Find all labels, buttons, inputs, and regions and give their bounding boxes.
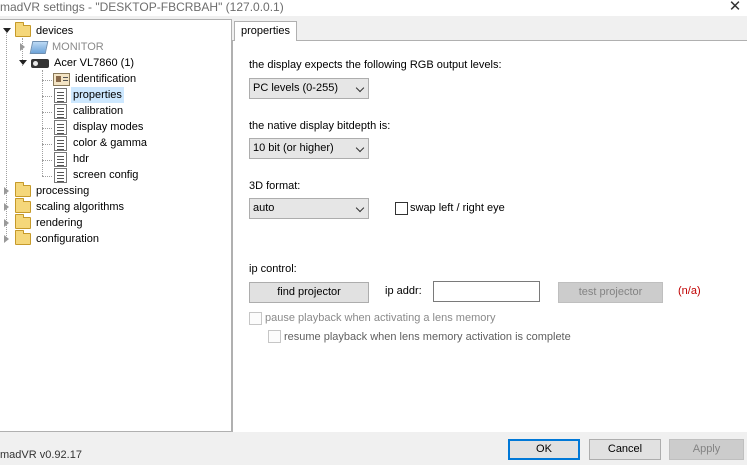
document-icon [54, 119, 67, 135]
document-icon [54, 167, 67, 183]
rgb-levels-value: PC levels (0-255) [253, 82, 338, 94]
tree-item-label: calibration [73, 105, 124, 117]
bitdepth-value: 10 bit (or higher) [253, 142, 334, 154]
tree-item-label: properties [71, 87, 124, 103]
settings-tree: devices MONITOR Acer VL7860 (1) identifi… [0, 19, 232, 432]
bitdepth-label: the native display bitdepth is: [249, 120, 391, 132]
tree-item-label: color & gamma [73, 137, 147, 149]
tree-item-color-gamma[interactable]: color & gamma [54, 135, 149, 151]
tree-item-label: devices [36, 25, 74, 37]
tree-item-label: scaling algorithms [36, 201, 125, 213]
swap-eye-checkbox[interactable] [395, 202, 408, 215]
tree-item-label: MONITOR [52, 41, 104, 53]
apply-button[interactable]: Apply [669, 439, 744, 460]
tree-item-label: configuration [36, 233, 99, 245]
window-title: madVR settings - "DESKTOP-FBCRBAH" (127.… [0, 0, 284, 14]
chevron-right-icon[interactable] [18, 39, 27, 55]
bitdepth-select[interactable]: 10 bit (or higher) [249, 138, 369, 159]
ok-button[interactable]: OK [508, 439, 580, 460]
pause-playback-checkbox[interactable] [249, 312, 262, 325]
tree-item-label: processing [36, 185, 90, 197]
rgb-levels-label: the display expects the following RGB ou… [249, 59, 502, 71]
document-icon [54, 87, 67, 103]
tree-item-label: display modes [73, 121, 144, 133]
tree-item-monitor[interactable]: MONITOR [18, 39, 106, 55]
tree-item-calibration[interactable]: calibration [54, 103, 125, 119]
ip-addr-label: ip addr: [385, 285, 422, 297]
tree-item-identification[interactable]: identification [53, 71, 138, 87]
section-divider [249, 242, 733, 243]
tree-connector [42, 176, 52, 177]
tree-item-scaling-algorithms[interactable]: scaling algorithms [2, 198, 126, 215]
find-projector-button[interactable]: find projector [249, 282, 369, 303]
chevron-down-icon [355, 143, 365, 153]
tree-item-configuration[interactable]: configuration [2, 230, 101, 247]
tree-item-devices[interactable]: devices [2, 22, 75, 39]
tree-item-processing[interactable]: processing [2, 182, 91, 199]
monitor-icon [29, 40, 49, 54]
resume-playback-label: resume playback when lens memory activat… [284, 331, 571, 343]
chevron-down-icon[interactable] [18, 55, 27, 71]
tab-properties[interactable]: properties [234, 21, 297, 41]
test-projector-button[interactable]: test projector [558, 282, 663, 303]
folder-icon [15, 214, 31, 229]
tree-connector [42, 80, 52, 81]
chevron-down-icon [355, 203, 365, 213]
tree-connector [42, 112, 52, 113]
tree-connector [42, 96, 52, 97]
tree-item-properties[interactable]: properties [54, 87, 124, 103]
ip-addr-input[interactable] [433, 281, 540, 302]
document-icon [54, 103, 67, 119]
projector-icon [31, 58, 49, 68]
tree-item-rendering[interactable]: rendering [2, 214, 84, 231]
id-card-icon [53, 72, 70, 86]
format-3d-label: 3D format: [249, 180, 301, 192]
chevron-right-icon[interactable] [2, 199, 11, 215]
tree-item-label: Acer VL7860 (1) [54, 57, 135, 69]
folder-icon [15, 182, 31, 197]
resume-playback-checkbox[interactable] [268, 330, 281, 343]
pause-playback-label: pause playback when activating a lens me… [265, 312, 496, 324]
tree-connector [42, 160, 52, 161]
swap-eye-label: swap left / right eye [410, 202, 505, 214]
folder-icon [15, 198, 31, 213]
rgb-levels-select[interactable]: PC levels (0-255) [249, 78, 369, 99]
tree-item-label: screen config [73, 169, 139, 181]
tree-item-hdr[interactable]: hdr [54, 151, 91, 167]
tree-item-label: rendering [36, 217, 83, 229]
document-icon [54, 135, 67, 151]
tree-item-label: identification [75, 73, 137, 85]
tree-connector [42, 144, 52, 145]
tree-item-screen-config[interactable]: screen config [54, 167, 140, 183]
tree-item-acer[interactable]: Acer VL7860 (1) [18, 55, 136, 71]
chevron-down-icon[interactable] [2, 23, 11, 39]
projector-status: (n/a) [678, 285, 701, 297]
chevron-down-icon [355, 83, 365, 93]
chevron-right-icon[interactable] [2, 215, 11, 231]
tree-item-label: hdr [73, 153, 89, 165]
format-3d-value: auto [253, 202, 275, 214]
folder-icon [15, 22, 31, 37]
tree-item-display-modes[interactable]: display modes [54, 119, 145, 135]
tree-connector [42, 128, 52, 129]
folder-icon [15, 230, 31, 245]
title-bar: madVR settings - "DESKTOP-FBCRBAH" (127.… [0, 0, 747, 16]
format-3d-select[interactable]: auto [249, 198, 369, 219]
chevron-right-icon[interactable] [2, 183, 11, 199]
close-icon[interactable]: ✕ [726, 0, 744, 15]
ip-control-label: ip control: [249, 263, 297, 275]
document-icon [54, 151, 67, 167]
version-label: madVR v0.92.17 [0, 449, 82, 461]
chevron-right-icon[interactable] [2, 231, 11, 247]
cancel-button[interactable]: Cancel [589, 439, 661, 460]
